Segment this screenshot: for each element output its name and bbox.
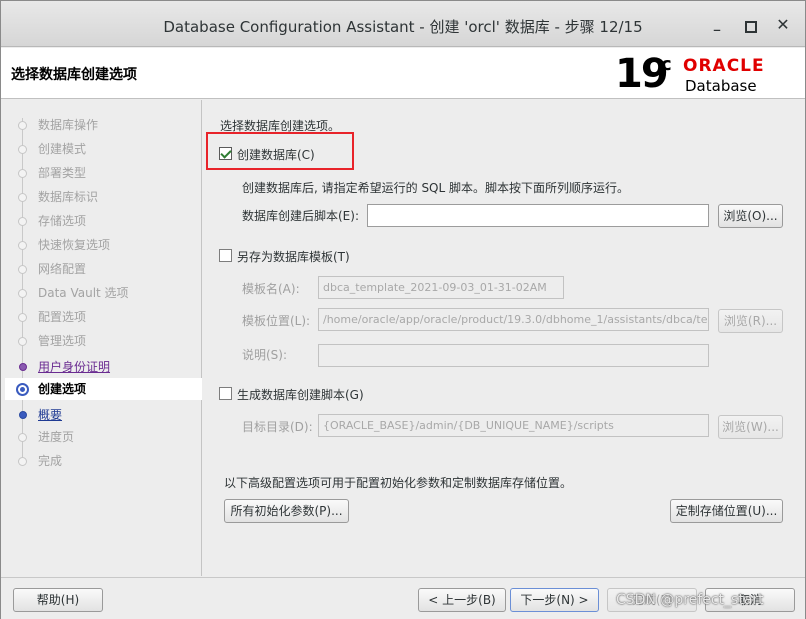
maximize-icon[interactable]: [741, 15, 761, 35]
step-dot-icon: [18, 289, 27, 298]
current-step-icon: [16, 383, 29, 396]
main-panel: 选择数据库创建选项。 创建数据库(C) 创建数据库后, 请指定希望运行的 SQL…: [206, 100, 804, 576]
step-dot-icon: [18, 433, 27, 442]
dest-dir-label: 目标目录(D):: [242, 420, 313, 434]
browse-script-button[interactable]: 浏览(O)...: [718, 204, 783, 228]
step-dot-icon: [18, 145, 27, 154]
page-title: 选择数据库创建选项: [11, 67, 137, 83]
sidebar-item-credentials[interactable]: 用户身份证明: [5, 356, 202, 378]
save-template-checkbox[interactable]: [219, 249, 232, 262]
custom-storage-button[interactable]: 定制存储位置(U)...: [670, 499, 783, 523]
step-dot-icon: [18, 217, 27, 226]
sidebar-item-progress: 进度页: [5, 426, 202, 448]
create-db-description: 创建数据库后, 请指定希望运行的 SQL 脚本。脚本按下面所列顺序运行。: [242, 181, 630, 195]
step-dot-icon: [18, 193, 27, 202]
create-db-checkbox[interactable]: [219, 147, 232, 160]
sidebar-item-config-options: 配置选项: [5, 306, 202, 328]
sidebar-item-data-vault: Data Vault 选项: [5, 282, 202, 304]
step-dot-icon: [18, 265, 27, 274]
help-button[interactable]: 帮助(H): [13, 588, 103, 612]
oracle-logo: 19 c ORACLE Database: [615, 52, 795, 96]
next-button[interactable]: 下一步(N) >: [510, 588, 599, 612]
gen-scripts-checkbox[interactable]: [219, 387, 232, 400]
sidebar-item-creation-options: 创建选项: [5, 378, 202, 400]
sidebar-item-deployment-type: 部署类型: [5, 162, 202, 184]
step-dot-icon: [18, 457, 27, 466]
template-name-input: dbca_template_2021-09-03_01-31-02AM: [318, 276, 564, 299]
minimize-icon[interactable]: _: [707, 15, 727, 35]
init-params-button[interactable]: 所有初始化参数(P)...: [224, 499, 349, 523]
close-icon[interactable]: ✕: [773, 15, 793, 35]
logo-brand: ORACLE: [683, 56, 765, 76]
step-header: 选择数据库创建选项 19 c ORACLE Database: [1, 48, 805, 99]
gen-scripts-label[interactable]: 生成数据库创建脚本(G): [237, 386, 364, 403]
window-title: Database Configuration Assistant - 创建 'o…: [163, 18, 643, 36]
sidebar-item-storage: 存储选项: [5, 210, 202, 232]
title-bar[interactable]: Database Configuration Assistant - 创建 'o…: [1, 1, 805, 47]
advanced-options-text: 以下高级配置选项可用于配置初始化参数和定制数据库存储位置。: [224, 476, 573, 490]
dest-dir-input: {ORACLE_BASE}/admin/{DB_UNIQUE_NAME}/scr…: [318, 414, 709, 437]
logo-product: Database: [685, 77, 757, 95]
back-button[interactable]: < 上一步(B): [418, 588, 506, 612]
sidebar-item-finish: 完成: [5, 450, 202, 472]
template-desc-label: 说明(S):: [242, 348, 288, 362]
step-dot-icon: [18, 313, 27, 322]
sidebar-item-fast-recovery: 快速恢复选项: [5, 234, 202, 256]
step-dot-icon: [19, 411, 27, 419]
sidebar-item-db-operation: 数据库操作: [5, 114, 202, 136]
template-location-label: 模板位置(L):: [242, 314, 311, 328]
post-script-input[interactable]: [367, 204, 709, 227]
create-db-label[interactable]: 创建数据库(C): [237, 146, 315, 163]
step-dot-icon: [18, 241, 27, 250]
sidebar-item-creation-mode: 创建模式: [5, 138, 202, 160]
dbca-window: Database Configuration Assistant - 创建 'o…: [0, 0, 806, 619]
sidebar-item-network: 网络配置: [5, 258, 202, 280]
sidebar-item-management: 管理选项: [5, 330, 202, 352]
logo-superscript: c: [661, 54, 672, 75]
step-dot-icon: [18, 121, 27, 130]
browse-template-button: 浏览(R)...: [718, 309, 783, 333]
sidebar-item-summary[interactable]: 概要: [5, 404, 202, 426]
logo-version: 19: [615, 51, 669, 97]
step-dot-icon: [18, 169, 27, 178]
save-template-label[interactable]: 另存为数据库模板(T): [237, 248, 350, 265]
step-navigation: 数据库操作 创建模式 部署类型 数据库标识 存储选项 快速恢复选项 网络配置 D…: [5, 100, 202, 576]
browse-dest-button: 浏览(W)...: [718, 415, 783, 439]
template-desc-input: [318, 344, 709, 367]
template-location-input: /home/oracle/app/oracle/product/19.3.0/d…: [318, 308, 709, 331]
post-script-label: 数据库创建后脚本(E):: [242, 209, 359, 223]
template-name-label: 模板名(A):: [242, 282, 300, 296]
wizard-footer: 帮助(H) < 上一步(B) 下一步(N) > 完成(F) 取消 CSDN @p…: [1, 577, 805, 619]
step-dot-icon: [18, 337, 27, 346]
step-dot-icon: [19, 363, 27, 371]
csdn-watermark: CSDN @prefect_start: [616, 592, 764, 608]
sidebar-item-db-identification: 数据库标识: [5, 186, 202, 208]
